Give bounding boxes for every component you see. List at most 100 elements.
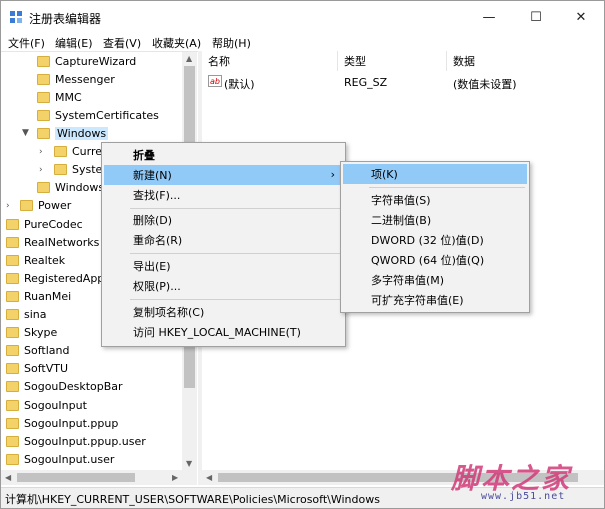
tree-item-label: RealNetworks [24,235,100,249]
menu-help[interactable]: 帮助(H) [212,35,251,51]
menu-edit[interactable]: 编辑(E) [55,35,93,51]
collapse-chevron-icon[interactable]: ▼ [22,128,29,138]
tree-item-label: SogouInput [24,398,87,412]
tree-item[interactable]: Windows [37,178,104,196]
tree-item[interactable]: RuanMei [6,287,71,305]
tree-item[interactable]: Skype [6,323,57,341]
scroll-left-icon[interactable]: ◀ [5,473,11,482]
menu-item-label: 删除(D) [133,214,173,227]
submenu-arrow-icon: › [330,168,335,181]
scroll-up-icon[interactable]: ▲ [186,54,192,63]
folder-icon [54,145,67,157]
menu-item-permissions[interactable]: 权限(P)... [104,276,343,296]
tree-item[interactable]: RealNetworks [6,233,99,251]
value-type: REG_SZ [344,76,388,89]
menu-item-collapse[interactable]: 折叠 [104,145,343,165]
tree-item[interactable]: MMC [37,88,82,106]
menu-item-label: 二进制值(B) [371,214,432,227]
menu-favorites[interactable]: 收藏夹(A) [152,35,201,51]
folder-icon [37,91,50,103]
title-bar[interactable]: 注册表编辑器 — ☐ ✕ [1,1,604,33]
maximize-button[interactable]: ☐ [513,1,559,33]
folder-icon [6,254,19,266]
menu-item-label: 重命名(R) [133,234,183,247]
menu-separator [130,208,341,209]
tree-item-label: RuanMei [24,289,72,303]
expand-chevron-icon[interactable]: › [39,147,43,157]
tree-item-label: Windows [55,126,109,140]
menu-item-goto-hklm[interactable]: 访问 HKEY_LOCAL_MACHINE(T) [104,322,343,342]
tree-item-label: sina [24,307,47,321]
tree-item[interactable]: Syster [54,160,107,178]
menu-view[interactable]: 查看(V) [103,35,141,51]
expand-chevron-icon[interactable]: › [39,165,43,175]
status-path: 计算机\HKEY_CURRENT_USER\SOFTWARE\Policies\… [5,493,380,506]
submenu-item-key[interactable]: 项(K) [343,164,527,184]
tree-item[interactable]: Curre [54,142,102,160]
value-name: (默认) [224,78,255,91]
menu-item-export[interactable]: 导出(E) [104,256,343,276]
folder-icon [6,308,19,320]
menu-item-copy-key-name[interactable]: 复制项名称(C) [104,302,343,322]
tree-item-windows-selected[interactable]: Windows [37,124,109,142]
tree-hscroll-thumb[interactable] [17,473,135,482]
column-header-name[interactable]: 名称 [202,51,338,71]
tree-item[interactable]: SogouInput.user [6,450,114,468]
menu-file[interactable]: 文件(F) [8,35,45,51]
tree-item[interactable]: SystemCertificates [37,106,159,124]
minimize-icon: — [482,9,496,25]
menu-bar: 文件(F) 编辑(E) 查看(V) 收藏夹(A) 帮助(H) [1,33,604,51]
folder-icon [54,163,67,175]
tree-item-label: CaptureWizard [55,54,137,68]
expand-chevron-icon[interactable]: › [6,201,10,211]
tree-item-label: RegisteredAppl [24,271,108,285]
folder-icon [6,362,19,374]
minimize-button[interactable]: — [466,1,512,33]
tree-item[interactable]: Messenger [37,70,115,88]
menu-item-delete[interactable]: 删除(D) [104,210,343,230]
submenu-item-binary-value[interactable]: 二进制值(B) [343,210,527,230]
column-header-data[interactable]: 数据 [447,51,604,71]
column-header-type[interactable]: 类型 [338,51,447,71]
folder-icon [6,435,19,447]
tree-horizontal-scrollbar[interactable]: ◀ ▶ [1,470,197,485]
tree-item[interactable]: Realtek [6,251,65,269]
tree-item-label: Skype [24,325,58,339]
tree-item[interactable]: SogouInput.ppup.user [6,432,146,450]
tree-item[interactable]: PureCodec [6,215,83,233]
tree-item[interactable]: Power [20,196,71,214]
tree-item[interactable]: CaptureWizard [37,52,136,70]
tree-item[interactable]: sina [6,305,47,323]
tree-item-label: SoftVTU [24,361,68,375]
close-button[interactable]: ✕ [558,1,604,33]
folder-icon [6,272,19,284]
folder-icon [6,290,19,302]
scroll-left-icon[interactable]: ◀ [206,473,212,482]
tree-item[interactable]: SoftVTU [6,359,68,377]
list-item[interactable]: ab (默认) REG_SZ (数值未设置) [202,73,604,91]
window-title: 注册表编辑器 [29,12,102,26]
submenu-item-dword-value[interactable]: DWORD (32 位)值(D) [343,230,527,250]
menu-item-rename[interactable]: 重命名(R) [104,230,343,250]
menu-item-new[interactable]: 新建(N) › [104,165,343,185]
menu-item-label: 新建(N) [133,169,172,182]
tree-item[interactable]: SogouInput [6,396,87,414]
string-value-icon: ab [208,75,222,87]
menu-item-find[interactable]: 查找(F)... [104,185,343,205]
tree-item[interactable]: SogouDesktopBar [6,377,123,395]
watermark-url: www.jb51.net [481,491,566,502]
scroll-right-icon[interactable]: ▶ [172,473,178,482]
tree-item[interactable]: Softland [6,341,69,359]
tree-item-label: MMC [55,90,82,104]
submenu-item-qword-value[interactable]: QWORD (64 位)值(Q) [343,250,527,270]
scroll-down-icon[interactable]: ▼ [186,459,192,468]
folder-icon [37,109,50,121]
submenu-item-string-value[interactable]: 字符串值(S) [343,190,527,210]
submenu-item-expandable-string-value[interactable]: 可扩充字符串值(E) [343,290,527,310]
menu-item-label: 字符串值(S) [371,194,431,207]
folder-icon [6,344,19,356]
submenu-item-multi-string-value[interactable]: 多字符串值(M) [343,270,527,290]
tree-item-label: PureCodec [24,217,83,231]
tree-item[interactable]: SogouInput.ppup [6,414,118,432]
tree-item[interactable]: RegisteredAppl [6,269,107,287]
